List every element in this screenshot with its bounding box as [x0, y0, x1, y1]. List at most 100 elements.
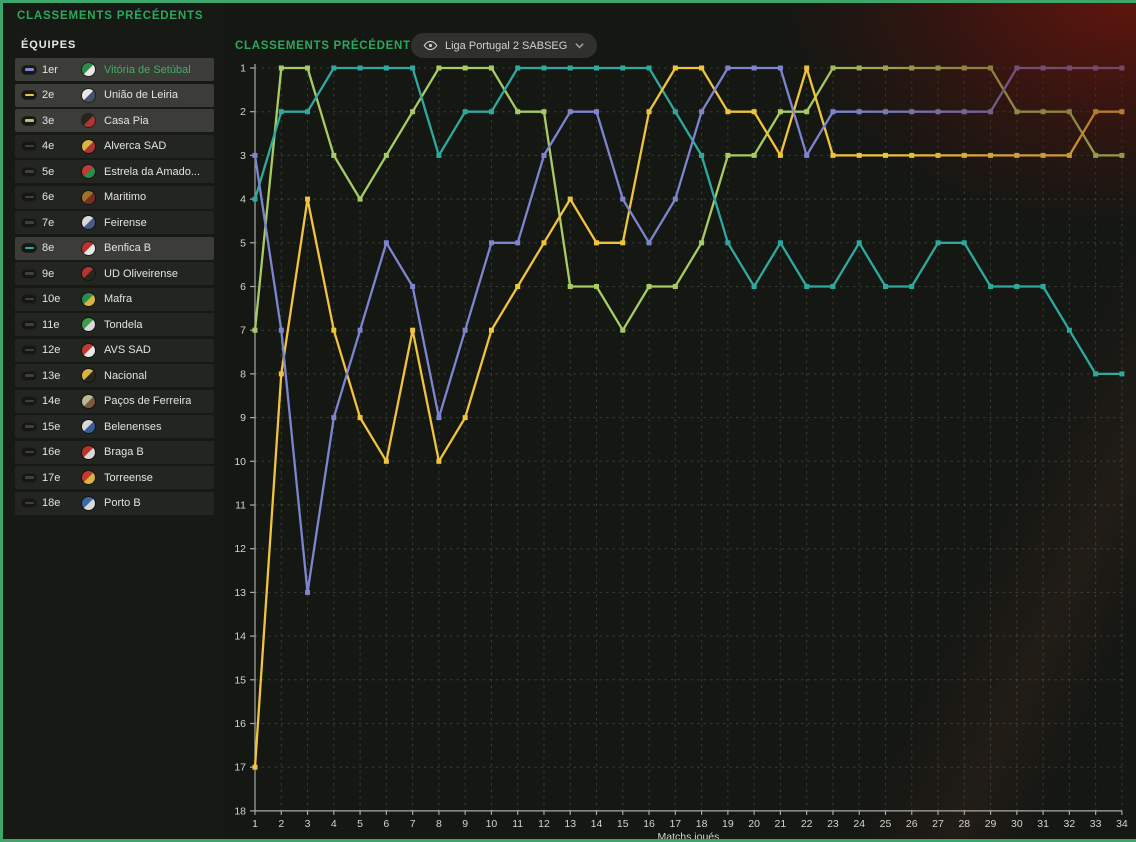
team-row[interactable]: 11e Tondela [15, 313, 214, 336]
team-name: Paços de Ferreira [104, 395, 191, 407]
position-change-icon [21, 269, 37, 279]
eye-icon [423, 38, 438, 53]
svg-text:7: 7 [240, 325, 246, 337]
club-badge-icon [82, 216, 95, 229]
club-badge-icon [82, 446, 95, 459]
svg-text:12: 12 [234, 543, 246, 555]
team-row[interactable]: 8e Benfica B [15, 237, 214, 260]
position-change-icon [21, 294, 37, 304]
svg-text:13: 13 [564, 818, 576, 830]
team-name: Benfica B [104, 242, 151, 254]
svg-text:24: 24 [853, 818, 865, 830]
club-badge-icon [82, 165, 95, 178]
svg-text:19: 19 [722, 818, 734, 830]
team-row[interactable]: 5e Estrela da Amado... [15, 160, 214, 183]
svg-text:21: 21 [775, 818, 787, 830]
page-title: CLASSEMENTS PRÉCÉDENTS [17, 10, 203, 22]
team-row[interactable]: 6e Maritimo [15, 186, 214, 209]
team-row[interactable]: 14e Paços de Ferreira [15, 390, 214, 413]
position-change-icon [21, 167, 37, 177]
svg-text:30: 30 [1011, 818, 1023, 830]
svg-text:26: 26 [906, 818, 918, 830]
position-change-icon [21, 65, 37, 75]
team-position: 18e [42, 497, 82, 509]
position-change-icon [21, 447, 37, 457]
team-name: União de Leiria [104, 89, 178, 101]
team-row[interactable]: 16e Braga B [15, 441, 214, 464]
position-change-icon [21, 90, 37, 100]
svg-text:33: 33 [1090, 818, 1102, 830]
team-row[interactable]: 15e Belenenses [15, 415, 214, 438]
previous-rankings-window: CLASSEMENTS PRÉCÉDENTS ÉQUIPES 1er Vitór… [0, 0, 1136, 842]
svg-text:9: 9 [240, 412, 246, 424]
team-position: 7e [42, 217, 82, 229]
svg-text:5: 5 [240, 237, 246, 249]
team-row[interactable]: 10e Mafra [15, 288, 214, 311]
chart-title: CLASSEMENTS PRÉCÉDENTS [235, 40, 419, 52]
team-name: Maritimo [104, 191, 146, 203]
club-badge-icon [82, 369, 95, 382]
svg-text:10: 10 [486, 818, 498, 830]
position-change-icon [21, 192, 37, 202]
svg-text:13: 13 [234, 587, 246, 599]
team-row[interactable]: 2e União de Leiria [15, 84, 214, 107]
team-row[interactable]: 17e Torreense [15, 466, 214, 489]
team-position: 3e [42, 115, 82, 127]
svg-text:4: 4 [240, 194, 246, 206]
svg-text:8: 8 [240, 368, 246, 380]
svg-text:25: 25 [880, 818, 892, 830]
svg-text:1: 1 [252, 818, 258, 830]
team-position: 17e [42, 472, 82, 484]
svg-text:9: 9 [462, 818, 468, 830]
club-badge-icon [82, 318, 95, 331]
position-change-icon [21, 473, 37, 483]
team-row[interactable]: 12e AVS SAD [15, 339, 214, 362]
svg-text:31: 31 [1037, 818, 1049, 830]
team-row[interactable]: 13e Nacional [15, 364, 214, 387]
team-row[interactable]: 3e Casa Pia [15, 109, 214, 132]
team-name: Porto B [104, 497, 141, 509]
position-change-icon [21, 422, 37, 432]
team-name: Estrela da Amado... [104, 166, 200, 178]
svg-text:Matchs joués: Matchs joués [658, 831, 720, 839]
position-change-icon [21, 498, 37, 508]
svg-text:11: 11 [512, 818, 523, 830]
svg-text:22: 22 [801, 818, 813, 830]
svg-text:32: 32 [1064, 818, 1076, 830]
svg-text:15: 15 [617, 818, 629, 830]
chart-panel: 1234567891011121314151617181234567891011… [225, 3, 1136, 839]
svg-text:27: 27 [932, 818, 944, 830]
team-position: 8e [42, 242, 82, 254]
position-change-icon [21, 218, 37, 228]
svg-text:15: 15 [234, 674, 246, 686]
svg-text:3: 3 [305, 818, 311, 830]
team-name: Tondela [104, 319, 143, 331]
svg-text:5: 5 [357, 818, 363, 830]
team-position: 10e [42, 293, 82, 305]
club-badge-icon [82, 497, 95, 510]
team-row[interactable]: 4e Alverca SAD [15, 135, 214, 158]
team-name: Vitória de Setúbal [104, 64, 191, 76]
svg-text:14: 14 [591, 818, 603, 830]
svg-text:18: 18 [696, 818, 708, 830]
team-name: Belenenses [104, 421, 162, 433]
position-change-icon [21, 141, 37, 151]
svg-text:18: 18 [234, 805, 246, 817]
team-name: AVS SAD [104, 344, 151, 356]
club-badge-icon [82, 344, 95, 357]
svg-text:10: 10 [234, 456, 246, 468]
team-position: 9e [42, 268, 82, 280]
team-position: 16e [42, 446, 82, 458]
position-change-icon [21, 345, 37, 355]
team-row[interactable]: 18e Porto B [15, 492, 214, 515]
team-row[interactable]: 7e Feirense [15, 211, 214, 234]
team-position: 12e [42, 344, 82, 356]
svg-text:17: 17 [669, 818, 681, 830]
team-row[interactable]: 1er Vitória de Setúbal [15, 58, 214, 81]
club-badge-icon [82, 140, 95, 153]
svg-text:16: 16 [234, 718, 246, 730]
league-selector-dropdown[interactable]: Liga Portugal 2 SABSEG [411, 33, 597, 58]
club-badge-icon [82, 395, 95, 408]
svg-text:6: 6 [383, 818, 389, 830]
team-row[interactable]: 9e UD Oliveirense [15, 262, 214, 285]
